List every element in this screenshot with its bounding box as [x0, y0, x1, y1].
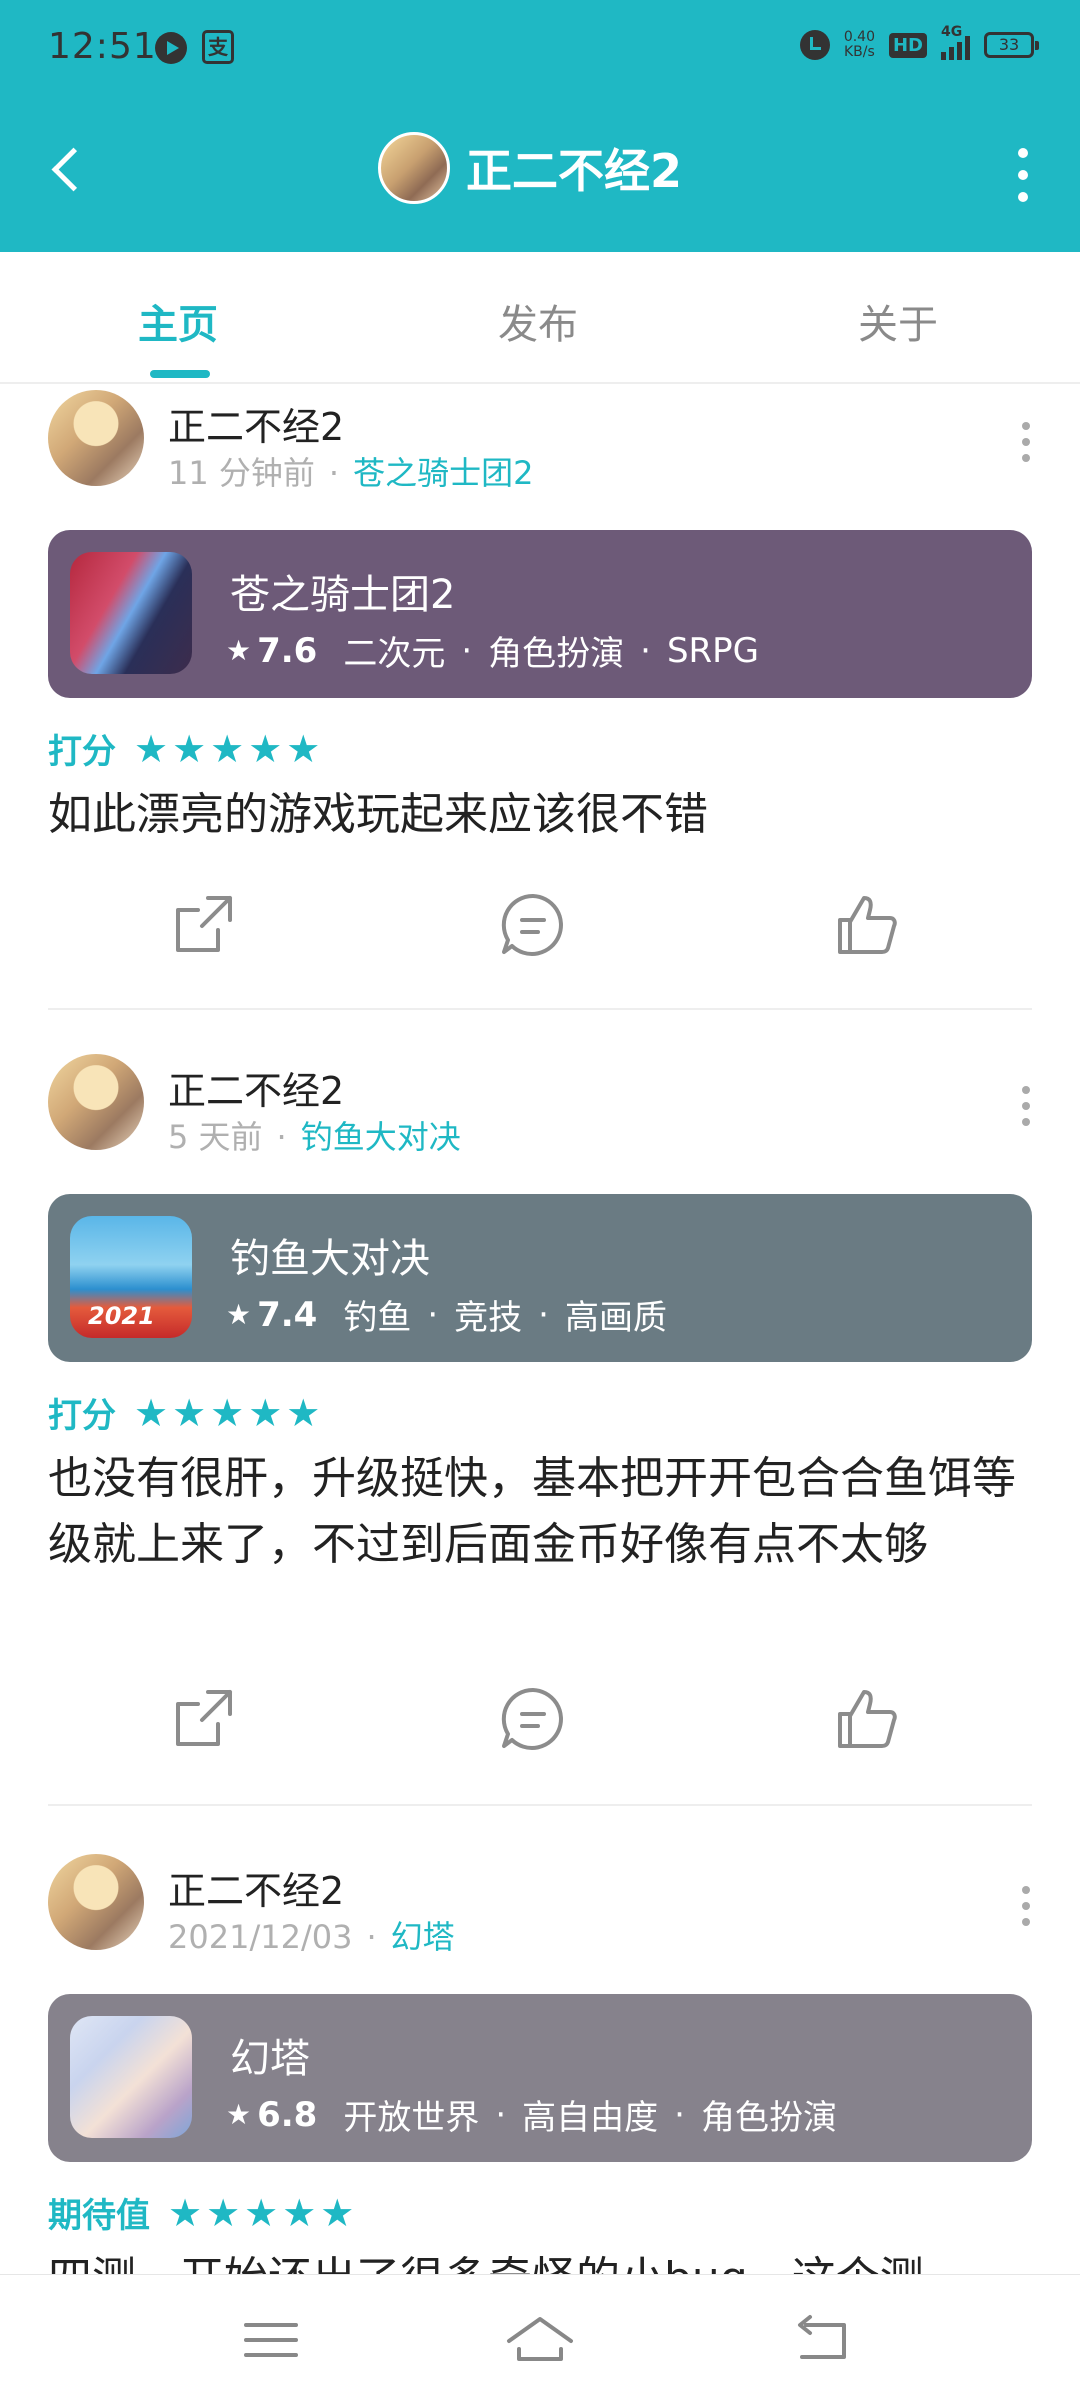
- tab-about[interactable]: 关于: [858, 292, 938, 350]
- thumbs-up-icon[interactable]: [832, 890, 902, 960]
- game-info: ★ 7.4 钓鱼 · 竞技 · 高画质: [226, 1290, 667, 1339]
- review-text: 也没有很肝，升级挺快，基本把开开包合合鱼饵等级就上来了，不过到后面金币好像有点不…: [48, 1453, 1016, 1570]
- comment-icon[interactable]: [498, 890, 568, 960]
- battery-icon: 33: [984, 32, 1039, 58]
- game-name: 幻塔: [230, 2036, 310, 2082]
- rating: 打分 ★★★★★: [48, 724, 324, 773]
- star-icon: ★: [226, 634, 252, 667]
- share-icon[interactable]: [168, 1684, 238, 1754]
- star-rating-icon: ★★★★★: [134, 726, 325, 771]
- tab-posts[interactable]: 发布: [498, 292, 578, 350]
- signal-icon: 4G: [941, 24, 970, 60]
- game-link[interactable]: 钓鱼大对决: [301, 1118, 461, 1156]
- game-tag: 开放世界: [343, 2098, 480, 2138]
- post-username[interactable]: 正二不经2: [168, 1860, 344, 1915]
- page-title: 正二不经2: [466, 144, 683, 198]
- avatar: [378, 132, 450, 204]
- alarm-icon: [799, 30, 830, 60]
- game-icon: 2021: [70, 1216, 192, 1338]
- profile-tabs: 主页 发布 关于: [0, 252, 1080, 384]
- header-profile: 正二不经2: [378, 132, 682, 204]
- game-card[interactable]: 2021 钓鱼大对决 ★ 7.4 钓鱼 · 竞技 · 高画质: [48, 1194, 1032, 1362]
- post-time: 2021/12/03: [168, 1918, 353, 1956]
- post-username[interactable]: 正二不经2: [168, 396, 344, 451]
- game-link[interactable]: 苍之骑士团2: [353, 454, 533, 492]
- feed-list[interactable]: 正二不经2 11 分钟前 · 苍之骑士团2 苍之骑士团2 ★ 7.6 二次元 · 角…: [0, 384, 1080, 2274]
- game-link[interactable]: 幻塔: [391, 1918, 455, 1956]
- rating: 期待值 ★★★★★: [48, 2188, 358, 2237]
- comment-icon[interactable]: [498, 1684, 568, 1754]
- game-tag: 高画质: [564, 1298, 667, 1338]
- game-icon-badge: 2021: [88, 1302, 155, 1330]
- avatar[interactable]: [48, 390, 144, 486]
- rating-label: 打分: [48, 732, 116, 772]
- tab-home[interactable]: 主页: [138, 292, 218, 350]
- game-score: 7.4: [257, 1294, 318, 1335]
- meta-separator: ·: [276, 1118, 287, 1156]
- more-options-icon[interactable]: [994, 140, 1050, 210]
- back-icon[interactable]: [786, 2305, 856, 2375]
- post-divider: [48, 1008, 1032, 1010]
- star-rating-icon: ★★★★★: [134, 1390, 325, 1435]
- star-rating-icon: ★★★★★: [168, 2190, 359, 2235]
- video-app-notification-icon: [155, 32, 187, 64]
- home-icon[interactable]: [505, 2305, 575, 2375]
- rating: 打分 ★★★★★: [48, 1388, 324, 1437]
- post-meta: 2021/12/03 · 幻塔: [168, 1912, 455, 1958]
- game-icon: [70, 2016, 192, 2138]
- system-nav-bar: [0, 2274, 1080, 2401]
- post-actions: [0, 890, 1080, 970]
- game-tag: 二次元: [343, 634, 446, 674]
- game-tag: 角色扮演: [700, 2098, 837, 2138]
- thumbs-up-icon[interactable]: [832, 1684, 902, 1754]
- game-score: 7.6: [257, 630, 318, 671]
- star-icon: ★: [226, 1298, 252, 1331]
- avatar[interactable]: [48, 1854, 144, 1950]
- game-card[interactable]: 苍之骑士团2 ★ 7.6 二次元 · 角色扮演 · SRPG: [48, 530, 1032, 698]
- game-tag: 竞技: [454, 1298, 523, 1338]
- back-arrow-icon[interactable]: [40, 140, 104, 204]
- post-menu-icon[interactable]: [1010, 414, 1040, 474]
- app-header: 正二不经2: [0, 100, 1080, 252]
- post-meta: 11 分钟前 · 苍之骑士团2: [168, 448, 533, 494]
- game-tag: 角色扮演: [488, 634, 625, 674]
- rating-label: 期待值: [48, 2196, 150, 2236]
- post-time: 11 分钟前: [168, 454, 315, 492]
- hd-voice-icon: HD: [888, 32, 927, 58]
- network-type: 4G: [941, 24, 963, 40]
- active-tab-indicator: [150, 370, 210, 378]
- game-card[interactable]: 幻塔 ★ 6.8 开放世界 · 高自由度 · 角色扮演: [48, 1994, 1032, 2162]
- game-icon: [70, 552, 192, 674]
- game-tag: 高自由度: [522, 2098, 659, 2138]
- game-tag: 钓鱼: [343, 1298, 412, 1338]
- avatar[interactable]: [48, 1054, 144, 1150]
- meta-separator: ·: [328, 454, 340, 492]
- post-actions: [0, 1684, 1080, 1764]
- post-time: 5 天前: [168, 1118, 263, 1156]
- game-tag: SRPG: [666, 630, 760, 671]
- game-info: ★ 7.6 二次元 · 角色扮演 · SRPG: [226, 626, 759, 675]
- post-username[interactable]: 正二不经2: [168, 1060, 344, 1115]
- meta-separator: ·: [366, 1918, 377, 1956]
- network-speed: 0.40 KB/s: [843, 29, 875, 60]
- post-menu-icon[interactable]: [1010, 1078, 1040, 1138]
- game-name: 钓鱼大对决: [230, 1236, 430, 1282]
- status-time: 12:51: [48, 26, 157, 67]
- review-text: 四测，开始还出了很多奇怪的小bug，这个测: [48, 2246, 1032, 2274]
- star-icon: ★: [226, 2098, 252, 2131]
- game-info: ★ 6.8 开放世界 · 高自由度 · 角色扮演: [226, 2090, 837, 2139]
- post-meta: 5 天前 · 钓鱼大对决: [168, 1112, 461, 1158]
- post-divider: [48, 1804, 1032, 1806]
- alipay-notification-icon: 支: [202, 30, 234, 64]
- menu-icon[interactable]: [236, 2305, 306, 2375]
- game-score: 6.8: [257, 2094, 318, 2135]
- game-name: 苍之骑士团2: [230, 572, 456, 618]
- post-menu-icon[interactable]: [1010, 1878, 1040, 1938]
- status-bar: 12:51 支 0.40 KB/s HD 4G 33: [0, 0, 1080, 100]
- share-icon[interactable]: [168, 890, 238, 960]
- rating-label: 打分: [48, 1396, 116, 1436]
- review-text: 如此漂亮的游戏玩起来应该很不错: [48, 789, 708, 840]
